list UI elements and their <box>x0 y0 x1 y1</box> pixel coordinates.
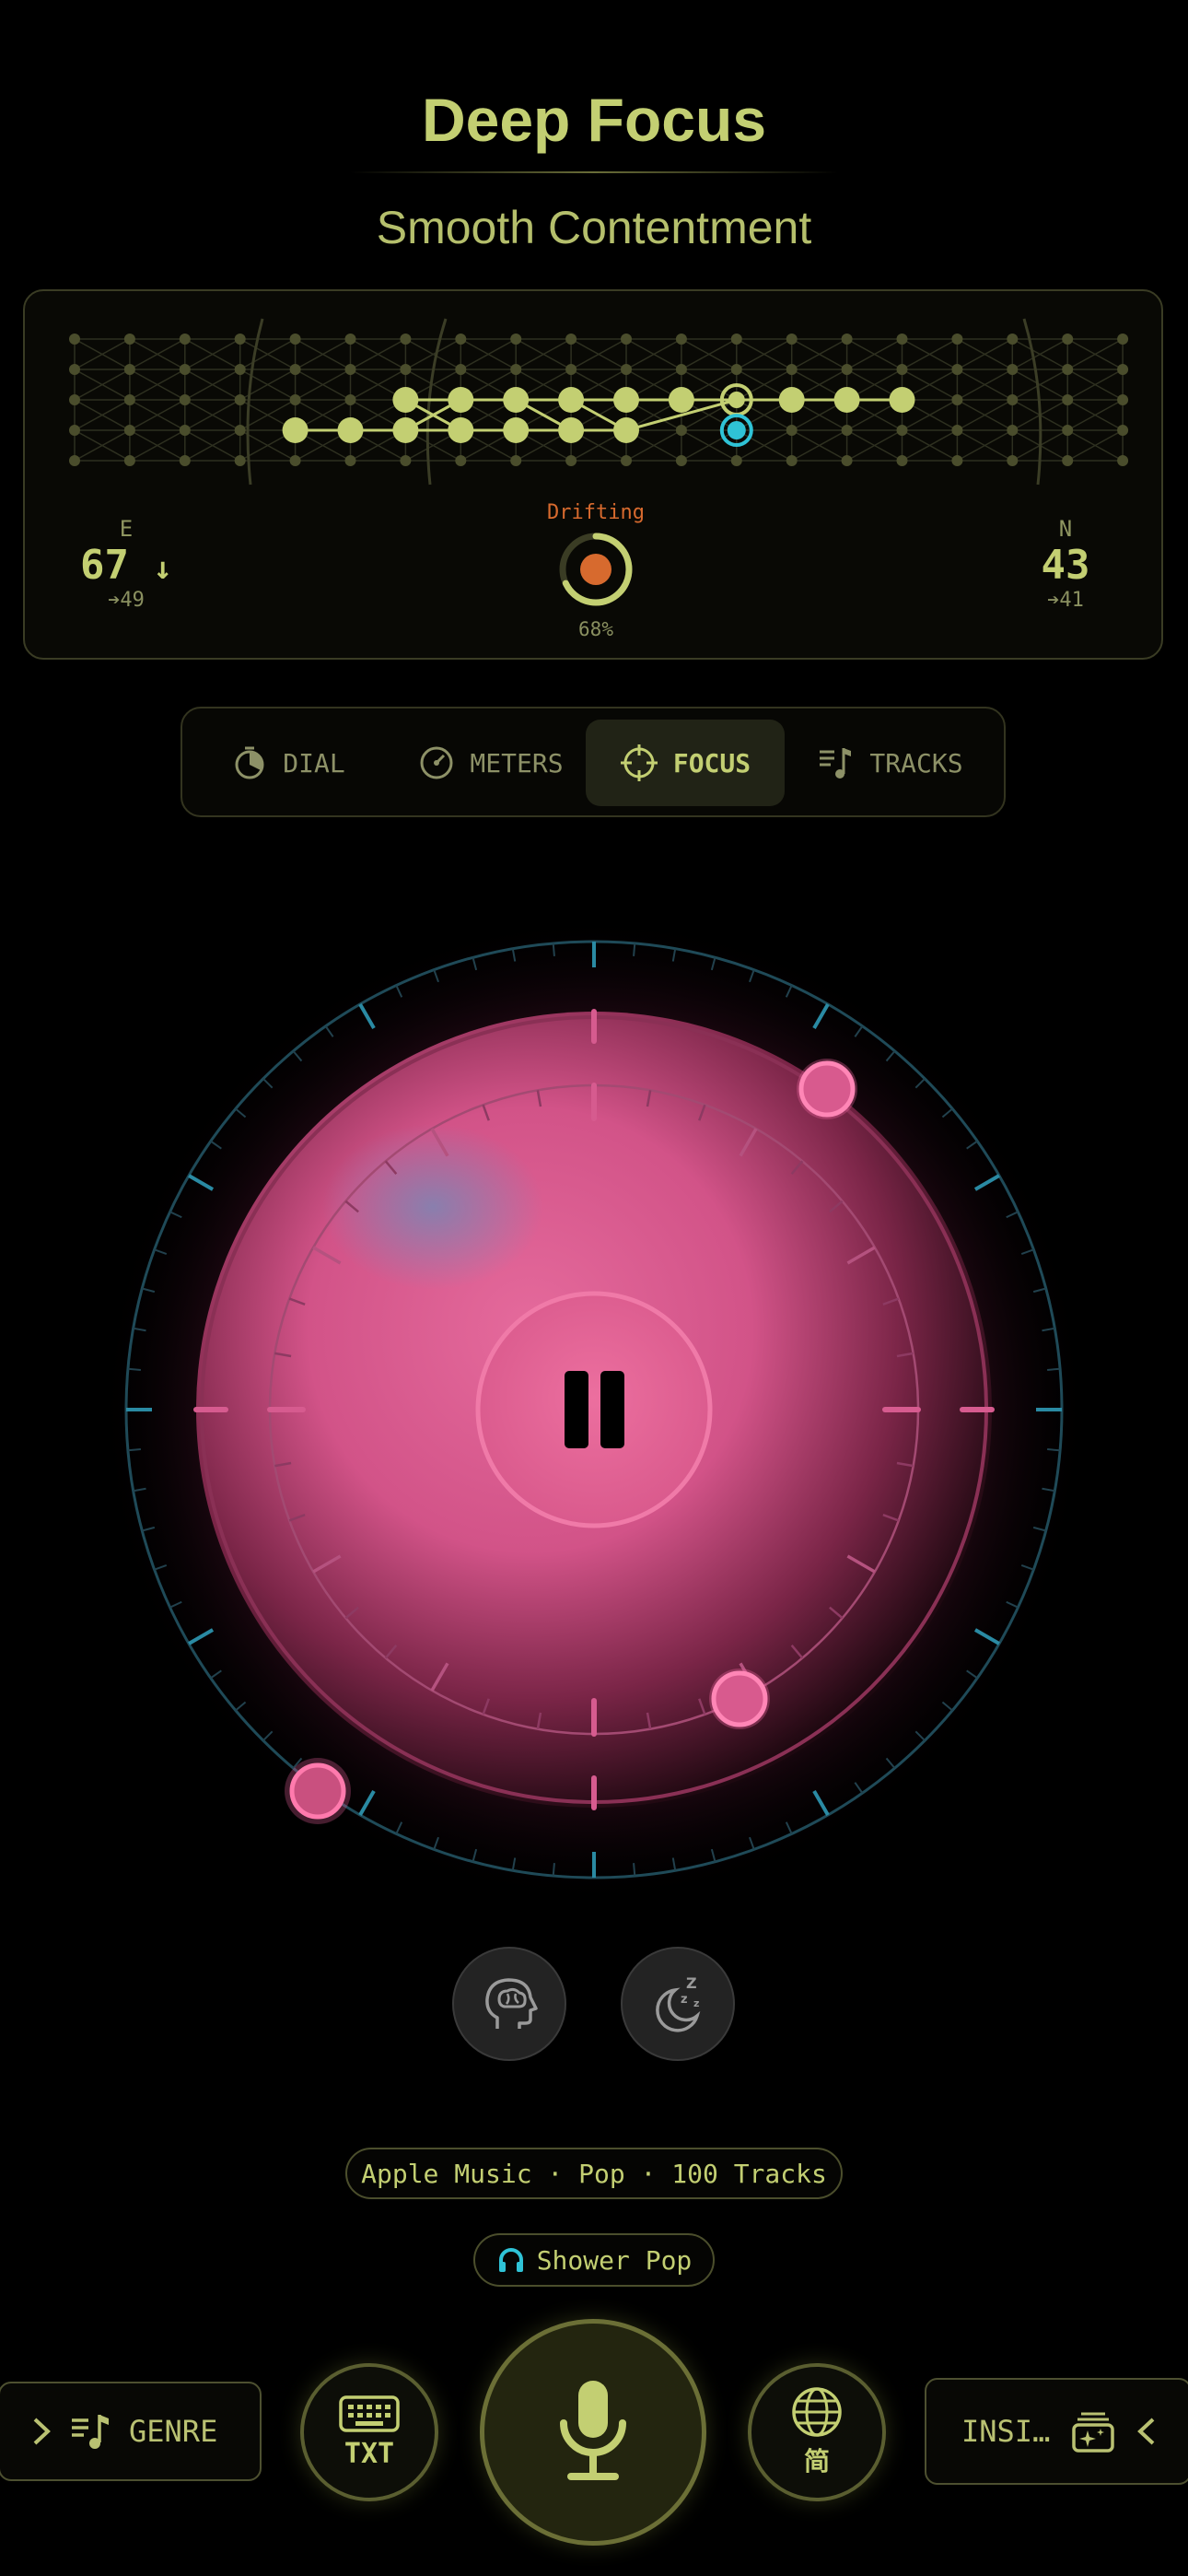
microphone-icon <box>560 2381 626 2480</box>
text-input-button[interactable]: TXT <box>300 2363 438 2501</box>
text-button-label: TXT <box>344 2437 395 2470</box>
drift-progress-ring <box>559 533 633 606</box>
n-label: N <box>1058 516 1073 542</box>
genre-label: GENRE <box>129 2414 218 2449</box>
tab-focus-label: FOCUS <box>672 747 751 779</box>
source-pill[interactable]: Apple Music · Pop · 100 Tracks <box>345 2148 843 2199</box>
music-list-icon <box>820 748 852 779</box>
focus-dial[interactable] <box>0 903 1188 1916</box>
region-arc-left <box>246 318 264 486</box>
microphone-button[interactable] <box>480 2319 706 2546</box>
language-label: 简 <box>803 2446 830 2476</box>
dial-handle-bottom-left[interactable] <box>285 1758 351 1824</box>
tab-tracks-label: TRACKS <box>869 747 963 779</box>
n-target: ➔41 <box>1047 589 1084 612</box>
station-label: Shower Pop <box>536 2244 693 2276</box>
dial-handle-top-right[interactable] <box>797 1059 857 1119</box>
gauge-icon <box>420 746 453 779</box>
tab-meters[interactable]: METERS <box>385 720 597 806</box>
sparkle-stack-icon <box>1072 2412 1115 2453</box>
crosshair-icon <box>620 744 658 781</box>
focus-mode-button[interactable] <box>452 1947 566 2061</box>
tab-dial[interactable]: DIAL <box>201 720 376 806</box>
globe-icon <box>792 2387 842 2437</box>
genre-button[interactable]: GENRE <box>0 2382 262 2481</box>
title-divider <box>350 171 838 173</box>
insights-label: INSI… <box>961 2414 1051 2449</box>
energy-target: ➔49 <box>108 589 145 612</box>
keyboard-icon <box>339 2395 400 2432</box>
energy-value: 67 <box>80 542 129 589</box>
svg-text:Z: Z <box>686 1974 697 1992</box>
source-label: Apple Music · Pop · 100 Tracks <box>361 2158 827 2189</box>
station-pill[interactable]: Shower Pop <box>473 2233 715 2287</box>
blue-haze <box>322 1124 543 1290</box>
drift-indicator: Drifting 68% <box>504 501 688 640</box>
svg-text:z: z <box>681 1993 688 2007</box>
tab-dial-label: DIAL <box>283 747 345 779</box>
drift-percent: 68% <box>578 618 613 640</box>
chevron-left-icon <box>1137 2418 1155 2445</box>
tab-tracks[interactable]: TRACKS <box>794 720 987 806</box>
language-button[interactable]: 简 <box>748 2363 886 2501</box>
mood-subtitle: Smooth Contentment <box>376 202 812 253</box>
energy-label: E <box>119 516 134 542</box>
down-arrow-icon: ↓ <box>153 550 172 587</box>
chevron-right-icon <box>33 2418 51 2445</box>
mood-map-panel: E 67 ↓ ➔49 Drifting 68% N 43 ➔41 <box>23 289 1163 660</box>
view-tabs: DIAL METERS FOCUS TRACKS <box>181 707 1006 817</box>
page-title: Deep Focus <box>421 86 767 154</box>
headphones-icon <box>498 2248 523 2272</box>
drift-status: Drifting <box>547 501 645 524</box>
insights-button[interactable]: INSI… <box>925 2378 1188 2485</box>
sleep-mode-button[interactable]: Z z z <box>621 1947 735 2061</box>
energy-stat: E 67 ↓ ➔49 <box>62 516 191 612</box>
play-pause-button[interactable] <box>475 1291 713 1528</box>
brain-head-icon <box>485 1978 538 2029</box>
svg-text:z: z <box>693 1997 699 2009</box>
region-arc-right <box>1022 318 1042 486</box>
tab-focus[interactable]: FOCUS <box>586 720 785 806</box>
n-value: 43 <box>1041 542 1090 589</box>
region-arc-mid <box>425 318 448 486</box>
sleep-moon-icon: Z z z <box>656 1974 701 2032</box>
timer-icon <box>235 746 264 779</box>
music-list-icon <box>72 2415 109 2449</box>
tab-meters-label: METERS <box>470 747 564 779</box>
dial-handle-bottom-right[interactable] <box>709 1669 770 1729</box>
n-stat: N 43 ➔41 <box>1001 516 1130 612</box>
